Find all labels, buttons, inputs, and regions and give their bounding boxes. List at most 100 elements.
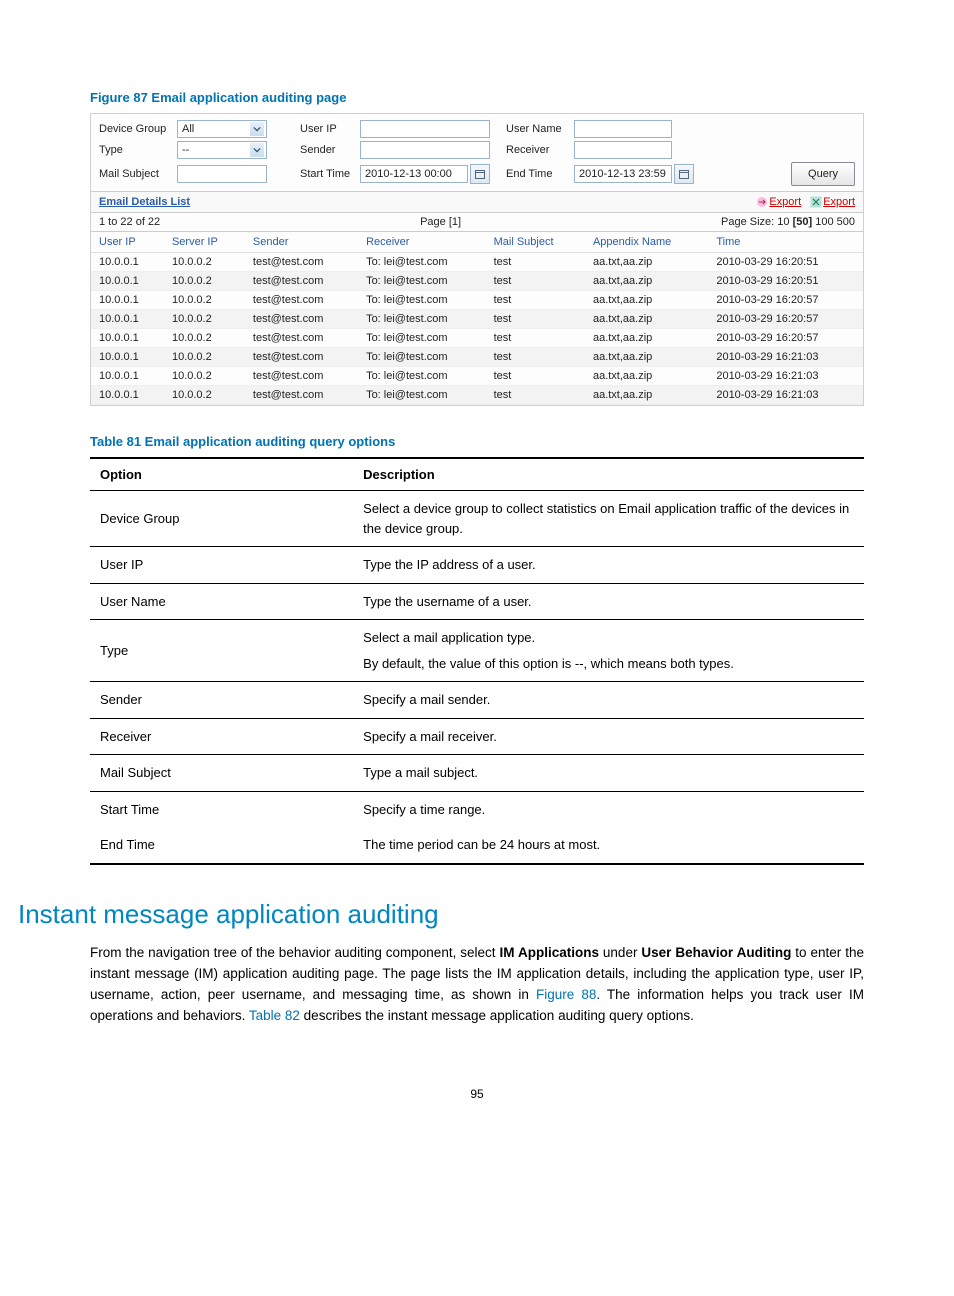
table-cell: To: lei@test.com [358, 310, 486, 329]
col-sender[interactable]: Sender [245, 232, 358, 253]
export-link-2[interactable]: Export [810, 196, 855, 208]
chevron-down-icon [250, 143, 264, 157]
table-cell: test@test.com [245, 367, 358, 386]
table-cell: aa.txt,aa.zip [585, 253, 708, 272]
section-paragraph: From the navigation tree of the behavior… [90, 943, 864, 1027]
option-desc: Select a mail application type.By defaul… [353, 620, 864, 682]
calendar-icon[interactable] [674, 164, 694, 184]
table-cell: 10.0.0.2 [164, 348, 245, 367]
page-size-100[interactable]: 100 [815, 216, 833, 228]
calendar-icon[interactable] [470, 164, 490, 184]
table-cell: 10.0.0.1 [91, 367, 164, 386]
table-cell: 10.0.0.1 [91, 386, 164, 405]
option-desc: Type the IP address of a user. [353, 547, 864, 584]
export-link-1-label: Export [769, 196, 801, 208]
body-bold-uba: User Behavior Auditing [641, 945, 791, 960]
table-cell: 10.0.0.2 [164, 367, 245, 386]
table-cell: 10.0.0.1 [91, 291, 164, 310]
col-appendix[interactable]: Appendix Name [585, 232, 708, 253]
table-cell: 10.0.0.2 [164, 329, 245, 348]
body-text: From the navigation tree of the behavior… [90, 945, 500, 960]
option-name: End Time [90, 827, 353, 864]
table-row: 10.0.0.110.0.0.2test@test.comTo: lei@tes… [91, 291, 863, 310]
table-cell: 10.0.0.1 [91, 310, 164, 329]
table-cell: 2010-03-29 16:20:51 [708, 272, 863, 291]
option-name: Type [90, 620, 353, 682]
table-cell: test@test.com [245, 253, 358, 272]
col-time[interactable]: Time [708, 232, 863, 253]
table-cell: test@test.com [245, 272, 358, 291]
page-size-group: Page Size: 10 [50] 100 500 [721, 216, 855, 228]
sender-input[interactable] [360, 141, 490, 159]
table-cell: 10.0.0.2 [164, 386, 245, 405]
table-cell: aa.txt,aa.zip [585, 291, 708, 310]
device-group-label: Device Group [99, 123, 177, 135]
table-cell: test [486, 348, 585, 367]
query-options-table: Option Description Device GroupSelect a … [90, 457, 864, 865]
screenshot-panel: Device Group All User IP User Name Type … [90, 113, 864, 406]
table-cell: 2010-03-29 16:20:57 [708, 329, 863, 348]
type-value: -- [182, 144, 189, 156]
table-cell: aa.txt,aa.zip [585, 367, 708, 386]
table-cell: To: lei@test.com [358, 348, 486, 367]
option-row: Mail SubjectType a mail subject. [90, 755, 864, 792]
th-option: Option [90, 458, 353, 491]
range-text: 1 to 22 of 22 [99, 216, 160, 228]
start-time-value: 2010-12-13 00:00 [365, 168, 452, 180]
device-group-select[interactable]: All [177, 120, 267, 138]
table-cell: test@test.com [245, 348, 358, 367]
table-cell: 2010-03-29 16:20:51 [708, 253, 863, 272]
table-row: 10.0.0.110.0.0.2test@test.comTo: lei@tes… [91, 272, 863, 291]
table-cell: 10.0.0.2 [164, 253, 245, 272]
export-icon [756, 196, 768, 208]
start-time-input[interactable]: 2010-12-13 00:00 [360, 165, 468, 183]
table-cell: 10.0.0.2 [164, 310, 245, 329]
option-name: Start Time [90, 791, 353, 827]
table-cell: test [486, 272, 585, 291]
page-size-50[interactable]: [50] [793, 216, 813, 228]
page-size-500[interactable]: 500 [837, 216, 855, 228]
table-cell: test@test.com [245, 310, 358, 329]
figure-title: Figure 87 Email application auditing pag… [90, 90, 864, 105]
table-cell: aa.txt,aa.zip [585, 348, 708, 367]
receiver-input[interactable] [574, 141, 672, 159]
table-cell: aa.txt,aa.zip [585, 310, 708, 329]
page-size-label: Page Size: [721, 216, 774, 228]
end-time-input[interactable]: 2010-12-13 23:59 [574, 165, 672, 183]
query-button[interactable]: Query [791, 162, 855, 186]
table-cell: 10.0.0.1 [91, 348, 164, 367]
table-title: Table 81 Email application auditing quer… [90, 434, 864, 449]
option-desc: Select a device group to collect statist… [353, 491, 864, 547]
page-number: 95 [90, 1087, 864, 1101]
option-name: Device Group [90, 491, 353, 547]
chevron-down-icon [250, 122, 264, 136]
body-text: describes the instant message applicatio… [300, 1008, 694, 1023]
table-cell: To: lei@test.com [358, 386, 486, 405]
user-name-input[interactable] [574, 120, 672, 138]
body-bold-im: IM Applications [500, 945, 599, 960]
page-size-10[interactable]: 10 [777, 216, 789, 228]
table-cell: test@test.com [245, 329, 358, 348]
col-server-ip[interactable]: Server IP [164, 232, 245, 253]
option-desc: The time period can be 24 hours at most. [353, 827, 864, 864]
figure-88-link[interactable]: Figure 88 [536, 987, 596, 1002]
col-user-ip[interactable]: User IP [91, 232, 164, 253]
option-desc: Specify a mail receiver. [353, 718, 864, 755]
table-cell: test [486, 291, 585, 310]
email-details-table: User IP Server IP Sender Receiver Mail S… [91, 232, 863, 405]
option-row: ReceiverSpecify a mail receiver. [90, 718, 864, 755]
option-desc: Type a mail subject. [353, 755, 864, 792]
type-select[interactable]: -- [177, 141, 267, 159]
col-mail-subject[interactable]: Mail Subject [486, 232, 585, 253]
table-row: 10.0.0.110.0.0.2test@test.comTo: lei@tes… [91, 348, 863, 367]
table-cell: 2010-03-29 16:21:03 [708, 367, 863, 386]
page-label: Page [420, 216, 446, 228]
table-82-link[interactable]: Table 82 [249, 1008, 300, 1023]
user-ip-input[interactable] [360, 120, 490, 138]
mail-subject-input[interactable] [177, 165, 267, 183]
table-cell: test [486, 367, 585, 386]
table-cell: test [486, 310, 585, 329]
col-receiver[interactable]: Receiver [358, 232, 486, 253]
export-link-1[interactable]: Export [756, 196, 801, 208]
option-name: Sender [90, 682, 353, 719]
